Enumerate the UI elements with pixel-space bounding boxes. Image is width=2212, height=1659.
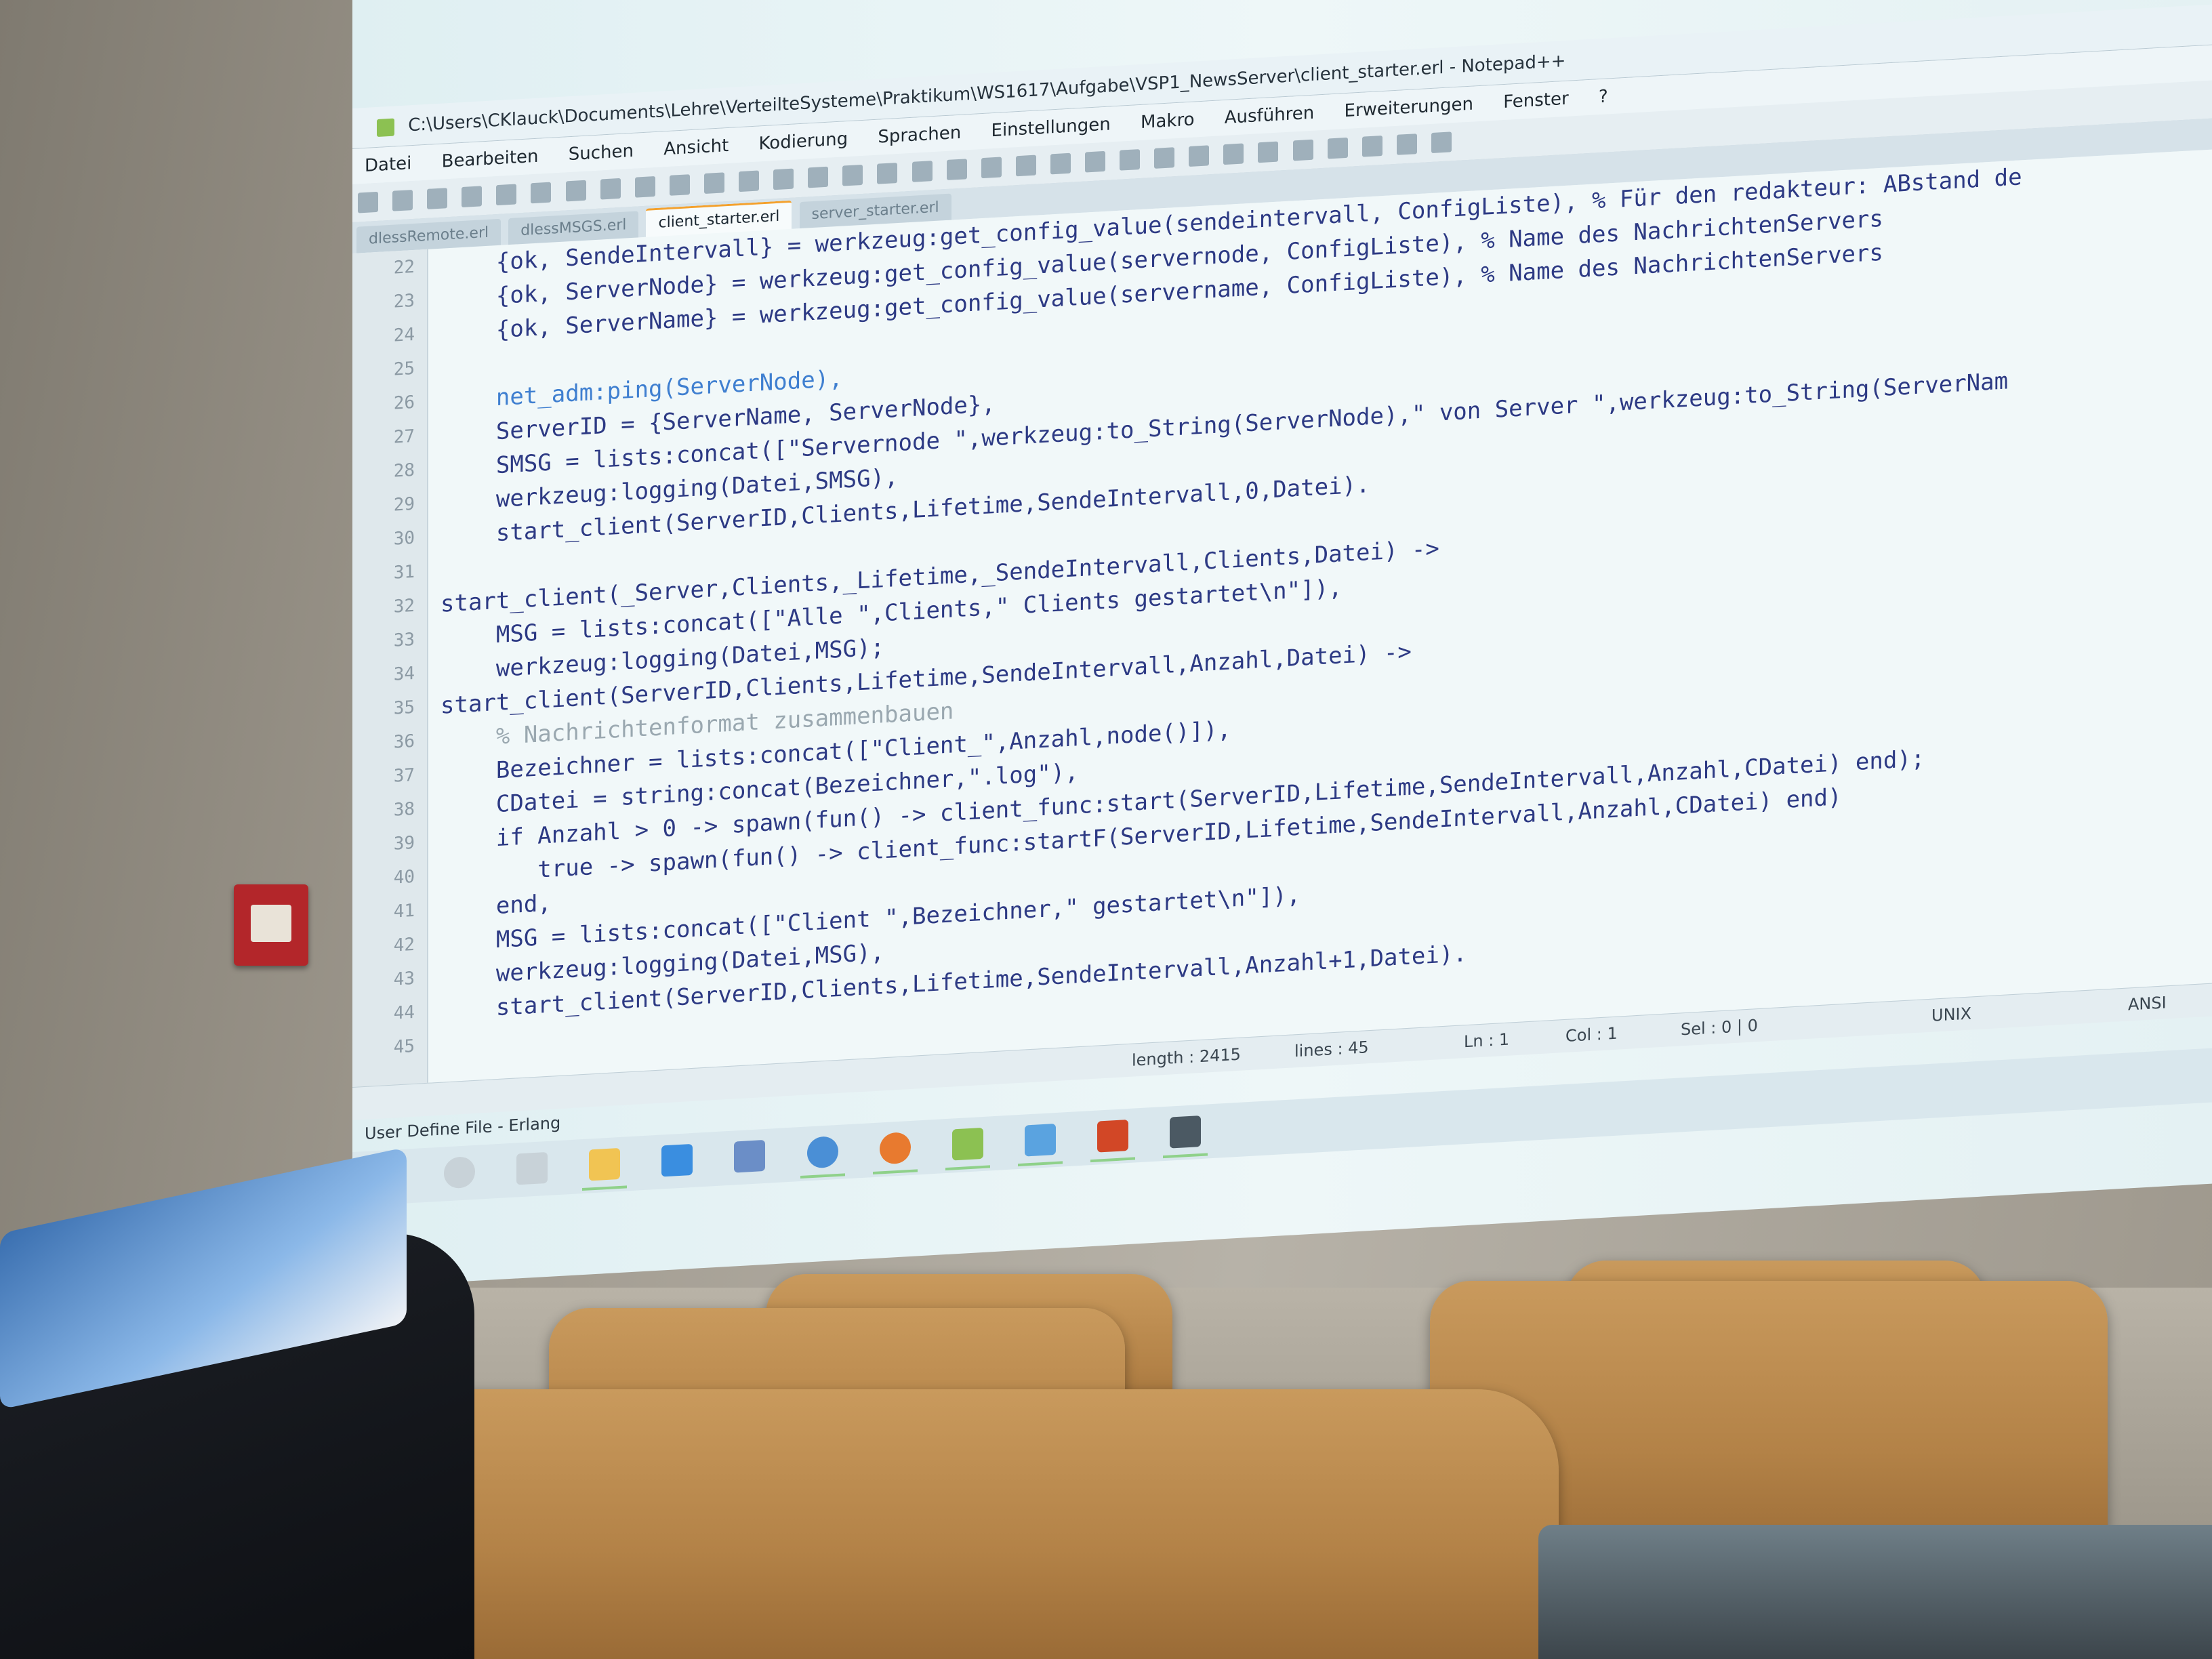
menu-help[interactable]: ? bbox=[1586, 78, 1620, 115]
all-chars-icon[interactable] bbox=[1015, 155, 1036, 177]
notepad-icon[interactable] bbox=[1024, 1123, 1056, 1157]
redo-icon[interactable] bbox=[739, 170, 760, 192]
line-number: 38 bbox=[393, 798, 415, 821]
menu-kodierung[interactable]: Kodierung bbox=[747, 121, 861, 162]
line-number: 36 bbox=[393, 731, 415, 753]
file-explorer-icon[interactable] bbox=[589, 1147, 621, 1181]
menu-makro[interactable]: Makro bbox=[1128, 102, 1206, 141]
line-number: 28 bbox=[393, 459, 415, 482]
plugin-icon[interactable] bbox=[1431, 131, 1452, 153]
line-number: 26 bbox=[393, 392, 415, 414]
code-text[interactable]: {ok, SendeIntervall} = werkzeug:get_conf… bbox=[441, 150, 2203, 1082]
run-macro-multiple-icon[interactable] bbox=[1361, 136, 1382, 157]
line-number: 30 bbox=[393, 527, 415, 550]
erlang-icon[interactable] bbox=[734, 1139, 766, 1173]
close-icon[interactable] bbox=[496, 184, 517, 206]
line-number: 29 bbox=[393, 493, 415, 516]
menu-suchen[interactable]: Suchen bbox=[556, 133, 646, 173]
menu-ausfuehren[interactable]: Ausführen bbox=[1212, 95, 1327, 136]
line-number: 22 bbox=[393, 256, 415, 279]
status-ln: Ln : 1 bbox=[1464, 1029, 1510, 1052]
folder-workspace-icon[interactable] bbox=[1189, 145, 1210, 167]
sync-scroll-h-icon[interactable] bbox=[946, 159, 967, 180]
stop-macro-icon[interactable] bbox=[1292, 139, 1313, 161]
print-icon[interactable] bbox=[565, 180, 586, 202]
zoom-in-icon[interactable] bbox=[842, 164, 863, 186]
notepadpp-window: C:\Users\CKlauck\Documents\Lehre\Verteil… bbox=[352, 0, 2212, 1288]
paste-icon[interactable] bbox=[669, 174, 690, 196]
line-number: 31 bbox=[393, 561, 415, 583]
line-number: 34 bbox=[393, 663, 415, 685]
menu-sprachen[interactable]: Sprachen bbox=[865, 115, 973, 156]
word-wrap-icon[interactable] bbox=[981, 157, 1002, 179]
line-number: 32 bbox=[393, 595, 415, 617]
line-number: 35 bbox=[393, 697, 415, 719]
close-all-icon[interactable] bbox=[531, 182, 552, 204]
menu-datei[interactable]: Datei bbox=[352, 145, 424, 184]
save-icon[interactable] bbox=[427, 188, 448, 209]
undo-icon[interactable] bbox=[703, 172, 724, 194]
sync-scroll-v-icon[interactable] bbox=[912, 161, 933, 182]
line-number: 40 bbox=[393, 866, 415, 888]
line-number: 44 bbox=[393, 1002, 415, 1024]
code-line: end, bbox=[441, 889, 552, 923]
status-lines: lines : 45 bbox=[1294, 1038, 1369, 1061]
new-file-icon[interactable] bbox=[358, 191, 378, 213]
record-macro-icon[interactable] bbox=[1258, 141, 1279, 163]
monitoring-icon[interactable] bbox=[1223, 143, 1244, 165]
line-number: 39 bbox=[393, 832, 415, 855]
replace-icon[interactable] bbox=[808, 166, 829, 188]
menu-fenster[interactable]: Fenster bbox=[1491, 81, 1580, 121]
user-lang-icon[interactable] bbox=[1084, 150, 1105, 173]
save-macro-icon[interactable] bbox=[1396, 134, 1417, 155]
powerpoint-icon[interactable] bbox=[1097, 1119, 1128, 1153]
cmd-icon[interactable] bbox=[1170, 1115, 1202, 1149]
laptop bbox=[1538, 1525, 2212, 1659]
notepadpp-icon[interactable] bbox=[951, 1127, 983, 1161]
line-number: 23 bbox=[393, 290, 415, 312]
status-col: Col : 1 bbox=[1565, 1023, 1618, 1046]
notepadpp-app-icon bbox=[377, 118, 394, 137]
line-number: 24 bbox=[393, 324, 415, 346]
copy-icon[interactable] bbox=[634, 176, 655, 198]
open-file-icon[interactable] bbox=[392, 190, 413, 211]
zoom-out-icon[interactable] bbox=[877, 163, 898, 184]
projection-screen: C:\Users\CKlauck\Documents\Lehre\Verteil… bbox=[0, 0, 2212, 1288]
line-number: 27 bbox=[393, 426, 415, 448]
status-encoding[interactable]: ANSI bbox=[2128, 986, 2167, 1021]
line-number-gutter: 22 23 24 25 26 27 28 29 30 31 32 33 34 3… bbox=[352, 249, 428, 1087]
line-number: 41 bbox=[393, 900, 415, 922]
people-icon[interactable] bbox=[661, 1143, 693, 1177]
cut-icon[interactable] bbox=[600, 178, 621, 200]
play-macro-icon[interactable] bbox=[1327, 137, 1348, 159]
line-number: 43 bbox=[393, 968, 415, 990]
status-length: length : 2415 bbox=[1132, 1044, 1241, 1070]
indent-guide-icon[interactable] bbox=[1050, 152, 1071, 175]
status-eol[interactable]: UNIX bbox=[1931, 997, 1971, 1031]
line-number: 45 bbox=[393, 1036, 415, 1058]
line-number: 33 bbox=[393, 629, 415, 651]
menu-ansicht[interactable]: Ansicht bbox=[651, 127, 741, 167]
line-number: 37 bbox=[393, 764, 415, 787]
line-number: 42 bbox=[393, 934, 415, 956]
chair-back bbox=[373, 1389, 1559, 1659]
function-list-icon[interactable] bbox=[1154, 147, 1175, 169]
save-all-icon[interactable] bbox=[462, 186, 483, 207]
doc-map-icon[interactable] bbox=[1120, 149, 1141, 171]
status-sel: Sel : 0 | 0 bbox=[1681, 1016, 1758, 1040]
cortana-icon[interactable] bbox=[444, 1155, 476, 1189]
task-view-icon[interactable] bbox=[516, 1151, 548, 1185]
chrome-icon[interactable] bbox=[806, 1135, 838, 1169]
firefox-icon[interactable] bbox=[879, 1131, 911, 1165]
line-number: 25 bbox=[393, 358, 415, 380]
find-icon[interactable] bbox=[773, 168, 794, 190]
code-editor[interactable]: 22 23 24 25 26 27 28 29 30 31 32 33 34 3… bbox=[352, 149, 2212, 1088]
